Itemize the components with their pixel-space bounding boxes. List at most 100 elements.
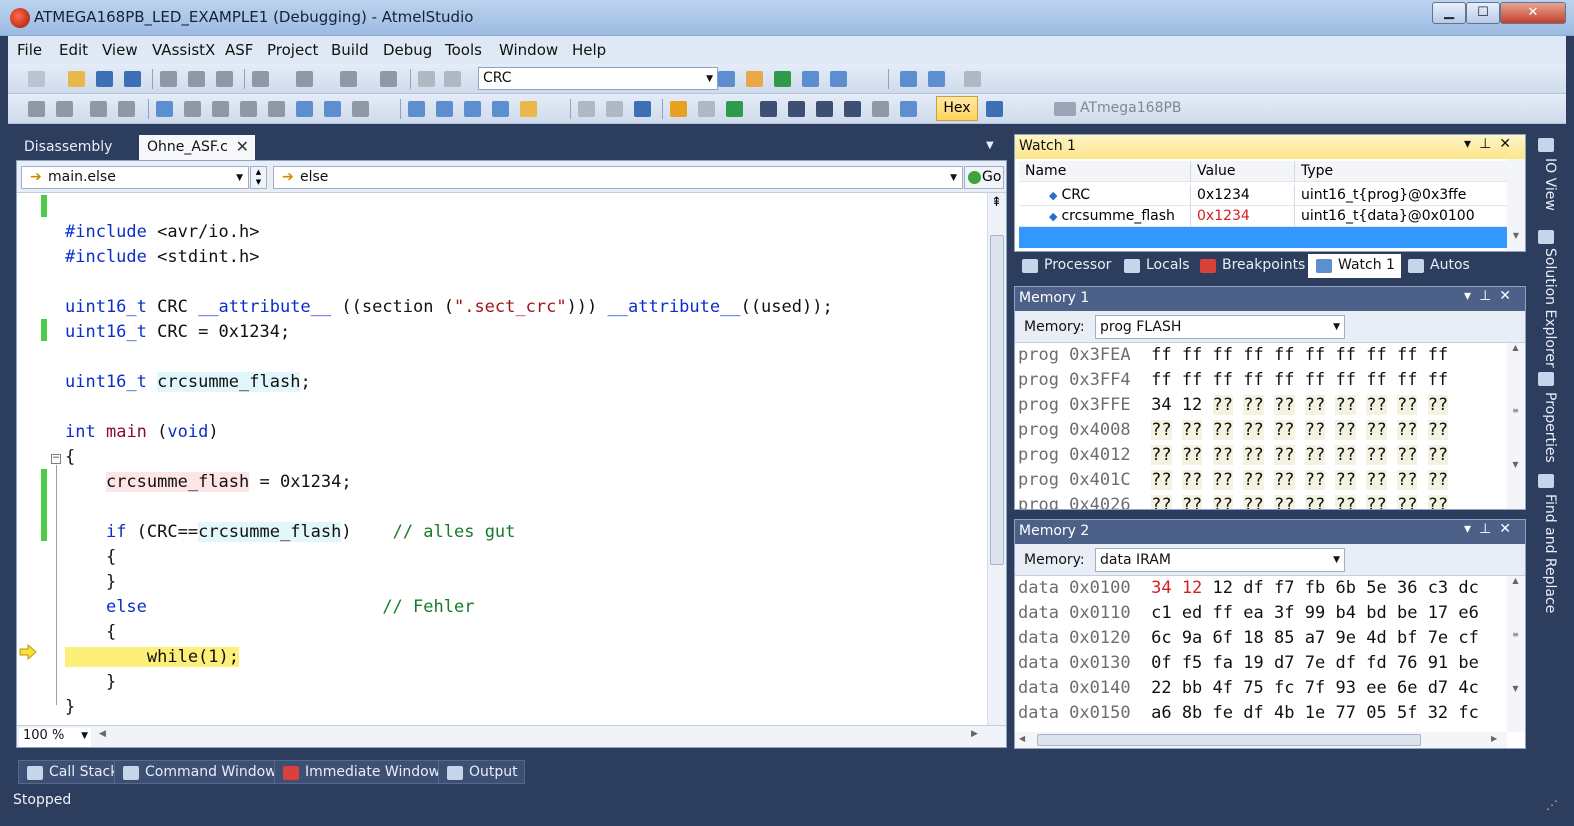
- split-window-icon[interactable]: ⇞: [991, 195, 1003, 211]
- memory-byte[interactable]: 77: [1335, 703, 1355, 723]
- memory-byte[interactable]: 6f: [1213, 628, 1233, 648]
- memory-byte[interactable]: ee: [1366, 678, 1386, 698]
- memory-byte[interactable]: b4: [1335, 603, 1355, 623]
- memory-byte[interactable]: fb: [1305, 578, 1325, 598]
- memory-byte[interactable]: ff: [1305, 345, 1325, 365]
- memory-byte[interactable]: ff: [1335, 345, 1355, 365]
- memory-row[interactable]: data 0x0140 22 bb 4f 75 fc 7f 93 ee 6e d…: [1018, 676, 1479, 701]
- memory-byte[interactable]: 22: [1151, 678, 1171, 698]
- memory-byte[interactable]: ff: [1243, 345, 1263, 365]
- panel-controls[interactable]: ▾⊥✕: [1464, 288, 1519, 304]
- go-button[interactable]: Go: [964, 166, 1004, 189]
- memory-byte[interactable]: 7e: [1305, 653, 1325, 673]
- scroll-right-icon[interactable]: ▶: [1491, 734, 1497, 743]
- step-over-icon[interactable]: [788, 101, 805, 117]
- memory-byte[interactable]: ??: [1304, 470, 1326, 490]
- memory-byte[interactable]: ff: [1274, 370, 1294, 390]
- panel-controls[interactable]: ▾⊥✕: [1464, 521, 1519, 537]
- show-next-statement-icon[interactable]: [670, 101, 687, 117]
- io-view-icon[interactable]: [520, 101, 537, 117]
- memory-byte[interactable]: 6e: [1397, 678, 1417, 698]
- memory-byte[interactable]: ??: [1212, 495, 1234, 509]
- tab-breakpoints[interactable]: Breakpoints: [1192, 254, 1311, 278]
- memory-byte[interactable]: 18: [1243, 628, 1263, 648]
- memory-byte[interactable]: ??: [1274, 495, 1295, 509]
- scrollbar-thumb[interactable]: [1037, 734, 1421, 746]
- memory-byte[interactable]: ??: [1274, 395, 1295, 415]
- run-to-cursor-icon[interactable]: [844, 101, 861, 117]
- memory-byte[interactable]: ff: [1305, 370, 1325, 390]
- memory-byte[interactable]: ??: [1181, 495, 1203, 509]
- close-window-button[interactable]: ✕: [1500, 2, 1566, 24]
- device-programming-icon[interactable]: [900, 71, 917, 87]
- maximize-button[interactable]: ☐: [1466, 2, 1500, 24]
- watch-new-entry-row[interactable]: [1019, 227, 1509, 248]
- stop-debugging-icon[interactable]: [634, 101, 651, 117]
- memory-byte[interactable]: 9a: [1182, 628, 1202, 648]
- memory-byte[interactable]: df: [1243, 578, 1263, 598]
- memory-byte[interactable]: 91: [1428, 653, 1448, 673]
- close-tab-icon[interactable]: ✕: [236, 137, 249, 156]
- memory-byte[interactable]: ??: [1151, 420, 1172, 440]
- memory-row[interactable]: data 0x0100 34 12 12 df f7 fb 6b 5e 36 c…: [1018, 576, 1479, 601]
- memory-byte[interactable]: ??: [1366, 445, 1387, 465]
- memory-byte[interactable]: fc: [1458, 703, 1478, 723]
- pause-icon[interactable]: [698, 101, 715, 117]
- menu-edit[interactable]: Edit: [59, 41, 88, 59]
- memory-byte[interactable]: ??: [1212, 470, 1234, 490]
- watch-value[interactable]: 0x1234: [1191, 185, 1295, 206]
- memory-byte[interactable]: f7: [1274, 578, 1294, 598]
- memory-byte[interactable]: ??: [1427, 445, 1449, 465]
- memory-byte[interactable]: ff: [1428, 345, 1448, 365]
- memory-byte[interactable]: df: [1335, 653, 1355, 673]
- memory-row[interactable]: data 0x0150 a6 8b fe df 4b 1e 77 05 5f 3…: [1018, 701, 1479, 726]
- tab-disassembly[interactable]: Disassembly: [16, 135, 120, 160]
- menu-debug[interactable]: Debug: [383, 41, 432, 59]
- memory-byte[interactable]: ff: [1397, 370, 1417, 390]
- code-line[interactable]: if (CRC==crcsumme_flash) // alles gut: [65, 520, 515, 545]
- memory-byte[interactable]: ??: [1366, 495, 1387, 509]
- menu-help[interactable]: Help: [572, 41, 606, 59]
- bookmark-folder-icon[interactable]: [240, 101, 257, 117]
- memory-byte[interactable]: ??: [1274, 420, 1295, 440]
- memory-byte[interactable]: ff: [1428, 370, 1448, 390]
- memory-row[interactable]: data 0x0110 c1 ed ff ea 3f 99 b4 bd be 1…: [1018, 601, 1479, 626]
- memory-byte[interactable]: ff: [1213, 345, 1233, 365]
- editor-vertical-scrollbar[interactable]: [987, 193, 1006, 725]
- memory-byte[interactable]: ff: [1182, 345, 1202, 365]
- memory-byte[interactable]: 34: [1151, 395, 1171, 415]
- scope-spinner[interactable]: ▲ ▼: [250, 166, 267, 189]
- prev-bookmark-icon[interactable]: [184, 101, 201, 117]
- scope-combo[interactable]: ➔ main.else ▼: [21, 166, 249, 189]
- step-out-icon[interactable]: [816, 101, 833, 117]
- memory-type-combo[interactable]: data IRAM ▼: [1095, 548, 1345, 572]
- memory-byte[interactable]: ??: [1151, 495, 1172, 509]
- memory-byte[interactable]: ??: [1212, 445, 1234, 465]
- memory-byte[interactable]: c3: [1428, 578, 1448, 598]
- memory-byte[interactable]: ??: [1181, 445, 1203, 465]
- memory-byte[interactable]: ??: [1181, 420, 1203, 440]
- memory-row[interactable]: data 0x0120 6c 9a 6f 18 85 a7 9e 4d bf 7…: [1018, 626, 1479, 651]
- menu-window[interactable]: Window: [499, 41, 558, 59]
- memory-2-horizontal-scrollbar[interactable]: ◀ ▶: [1015, 732, 1507, 748]
- memory-byte[interactable]: ff: [1397, 345, 1417, 365]
- memory-byte[interactable]: ??: [1396, 395, 1418, 415]
- memory-row[interactable]: prog 0x4012 ?? ?? ?? ?? ?? ?? ?? ?? ?? ?…: [1018, 443, 1449, 468]
- memory-byte[interactable]: ??: [1304, 420, 1326, 440]
- column-name[interactable]: Name: [1019, 161, 1191, 182]
- memory-byte[interactable]: ??: [1366, 420, 1387, 440]
- memory-byte[interactable]: bf: [1397, 628, 1417, 648]
- memory-row[interactable]: prog 0x401C ?? ?? ?? ?? ?? ?? ?? ?? ?? ?…: [1018, 468, 1449, 493]
- memory-byte[interactable]: 8b: [1182, 703, 1202, 723]
- memory-byte[interactable]: ??: [1335, 420, 1356, 440]
- code-line[interactable]: {: [65, 445, 75, 470]
- memory-byte[interactable]: ff: [1335, 370, 1355, 390]
- code-line[interactable]: }: [65, 570, 116, 595]
- memory-byte[interactable]: ??: [1181, 470, 1203, 490]
- memory-byte[interactable]: 5e: [1366, 578, 1386, 598]
- code-line[interactable]: {: [65, 620, 116, 645]
- disconnect-icon[interactable]: [964, 71, 981, 87]
- memory-byte[interactable]: bb: [1182, 678, 1202, 698]
- column-value[interactable]: Value: [1191, 161, 1295, 182]
- watch-value-changed[interactable]: 0x1234: [1191, 206, 1295, 227]
